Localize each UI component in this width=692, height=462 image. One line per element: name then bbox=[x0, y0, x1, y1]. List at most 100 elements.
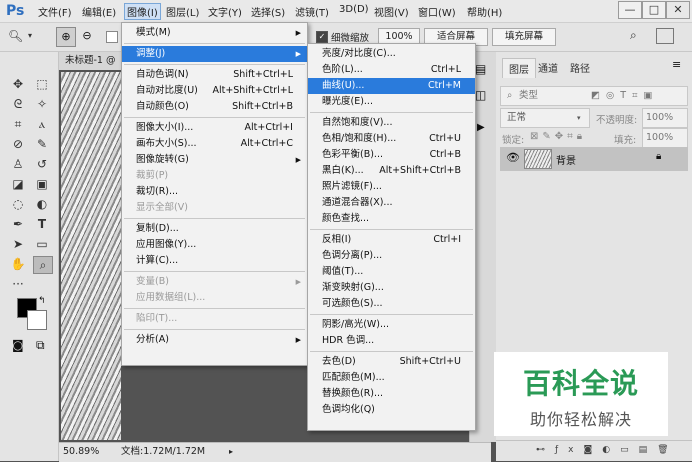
blur-tool-icon[interactable]: ◌ bbox=[9, 196, 27, 212]
healing-brush-icon[interactable]: ⊘ bbox=[9, 136, 27, 152]
menu-1[interactable]: 编辑(E) bbox=[82, 4, 116, 19]
eyedropper-tool-icon[interactable]: ⲁ bbox=[33, 116, 51, 132]
document-tab[interactable]: 未标题-1 @ bbox=[59, 52, 127, 70]
adjust-menu-item[interactable]: 亮度/对比度(C)... bbox=[308, 46, 475, 62]
lasso-tool-icon[interactable]: ᘓ bbox=[9, 96, 27, 112]
adjust-menu-item[interactable]: 色调均化(Q) bbox=[308, 402, 475, 418]
image-menu-item[interactable]: 分析(A) ▶ bbox=[122, 332, 307, 348]
image-menu-item[interactable]: 图像旋转(G) ▶ bbox=[122, 152, 307, 168]
more-tools-icon[interactable]: ··· bbox=[9, 276, 27, 292]
minimize-button[interactable]: — bbox=[618, 1, 642, 19]
gradient-tool-icon[interactable]: ▣ bbox=[33, 176, 51, 192]
menu-4[interactable]: 文字(Y) bbox=[208, 4, 242, 19]
maximize-button[interactable]: □ bbox=[642, 1, 666, 19]
swap-colors-icon[interactable]: ↰ bbox=[38, 296, 46, 306]
adjust-menu-item[interactable]: 通道混合器(X)... bbox=[308, 195, 475, 211]
image-menu-item[interactable]: 调整(J) ▶ bbox=[122, 46, 307, 62]
zoom-out-icon[interactable]: ⊖ bbox=[78, 27, 96, 45]
adjust-menu-item[interactable]: 自然饱和度(V)... bbox=[308, 115, 475, 131]
eraser-tool-icon[interactable]: ◪ bbox=[9, 176, 27, 192]
adjust-menu-item[interactable]: 阴影/高光(W)... bbox=[308, 317, 475, 333]
adjust-menu-item[interactable]: 黑白(K)... Alt+Shift+Ctrl+B bbox=[308, 163, 475, 179]
opacity-field[interactable]: 100% bbox=[642, 108, 688, 128]
adjust-menu-item[interactable]: 匹配颜色(M)... bbox=[308, 370, 475, 386]
menu-7[interactable]: 3D(D) bbox=[339, 4, 369, 15]
adjust-menu-item[interactable]: 去色(D) Shift+Ctrl+U bbox=[308, 354, 475, 370]
tab-layers[interactable]: 图层 bbox=[502, 58, 536, 78]
marquee-tool-icon[interactable]: ⬚ bbox=[33, 76, 51, 92]
adjust-menu-item[interactable]: HDR 色调... bbox=[308, 333, 475, 349]
tab-channels[interactable]: 通道 bbox=[538, 60, 558, 75]
menu-6[interactable]: 滤镜(T) bbox=[295, 4, 329, 19]
type-tool-icon[interactable]: T bbox=[33, 216, 51, 232]
stamp-tool-icon[interactable]: ♙ bbox=[9, 156, 27, 172]
adjust-menu-item[interactable]: 色阶(L)... Ctrl+L bbox=[308, 62, 475, 78]
menu-5[interactable]: 选择(S) bbox=[251, 4, 285, 19]
image-menu-item[interactable]: 图像大小(I)... Alt+Ctrl+I bbox=[122, 120, 307, 136]
menu-8[interactable]: 视图(V) bbox=[374, 4, 409, 19]
layer-row-background[interactable]: 👁︎ 背景 🔒︎ bbox=[500, 147, 688, 171]
chevron-down-icon[interactable]: ▾ bbox=[28, 31, 32, 40]
image-menu-item[interactable]: 自动颜色(O) Shift+Ctrl+B bbox=[122, 99, 307, 115]
menu-2[interactable]: 图像(I) bbox=[124, 3, 161, 20]
fill-field[interactable]: 100% bbox=[642, 128, 688, 148]
image-menu-item[interactable]: 计算(C)... bbox=[122, 253, 307, 269]
adjust-menu-item[interactable]: 渐变映射(G)... bbox=[308, 280, 475, 296]
play-icon[interactable]: ▶ bbox=[477, 122, 485, 133]
adjust-menu-item[interactable]: 曲线(U)... Ctrl+M bbox=[308, 78, 475, 94]
workspace-icon[interactable] bbox=[656, 28, 674, 44]
filter-icons[interactable]: ◩◎T⌗▣ bbox=[591, 87, 658, 105]
image-menu-item[interactable]: 自动色调(N) Shift+Ctrl+L bbox=[122, 67, 307, 83]
image-menu-item[interactable]: 模式(M) ▶ bbox=[122, 25, 307, 41]
history-panel-icon[interactable]: ▤ bbox=[475, 62, 486, 76]
image-menu-item[interactable]: 复制(D)... bbox=[122, 221, 307, 237]
hand-tool-icon[interactable]: ✋ bbox=[9, 256, 27, 272]
adjust-menu-item[interactable]: 曝光度(E)... bbox=[308, 94, 475, 110]
document-canvas[interactable] bbox=[61, 72, 121, 440]
zoom-tool-icon[interactable]: 🔍︎ bbox=[8, 29, 23, 43]
history-brush-icon[interactable]: ↺ bbox=[33, 156, 51, 172]
layer-filter-row[interactable]: ⌕ 类型 ◩◎T⌗▣ bbox=[500, 86, 688, 106]
move-tool-icon[interactable]: ✥ bbox=[9, 76, 27, 92]
fill-screen-button[interactable]: 填充屏幕 bbox=[492, 28, 556, 46]
zoom-tool-icon[interactable]: ⌕ bbox=[33, 256, 53, 274]
lock-icons[interactable]: ⊠✎✥⌗🔒︎ bbox=[530, 131, 586, 142]
layer-action-icons[interactable]: ⊷ƒx◙◐▭▤🗑︎ bbox=[536, 445, 679, 455]
menu-0[interactable]: 文件(F) bbox=[38, 4, 72, 19]
path-select-icon[interactable]: ➤ bbox=[9, 236, 27, 252]
tab-paths[interactable]: 路径 bbox=[570, 60, 590, 75]
menu-9[interactable]: 窗口(W) bbox=[418, 4, 456, 19]
close-window-button[interactable]: ✕ bbox=[666, 1, 690, 19]
adjust-menu-item[interactable]: 色调分离(P)... bbox=[308, 248, 475, 264]
adjust-menu-item[interactable]: 反相(I) Ctrl+I bbox=[308, 232, 475, 248]
resize-windows-checkbox[interactable] bbox=[106, 31, 118, 43]
background-color-swatch[interactable] bbox=[27, 310, 47, 330]
adjust-menu-item[interactable]: 替换颜色(R)... bbox=[308, 386, 475, 402]
image-menu-item[interactable]: 画布大小(S)... Alt+Ctrl+C bbox=[122, 136, 307, 152]
brush-tool-icon[interactable]: ✎ bbox=[33, 136, 51, 152]
menu-10[interactable]: 帮助(H) bbox=[467, 4, 502, 19]
panel-menu-icon[interactable]: ≡ bbox=[672, 58, 681, 71]
screen-mode-icon[interactable]: ⧉ bbox=[36, 338, 45, 353]
quick-mask-icon[interactable]: ◙ bbox=[12, 338, 24, 352]
pen-tool-icon[interactable]: ✒ bbox=[9, 216, 27, 232]
properties-panel-icon[interactable]: ◫ bbox=[475, 88, 486, 102]
adjust-menu-item[interactable]: 照片滤镜(F)... bbox=[308, 179, 475, 195]
magic-wand-tool-icon[interactable]: ✧ bbox=[33, 96, 51, 112]
adjust-menu-item[interactable]: 色彩平衡(B)... Ctrl+B bbox=[308, 147, 475, 163]
image-menu-item[interactable]: 自动对比度(U) Alt+Shift+Ctrl+L bbox=[122, 83, 307, 99]
adjust-menu-item[interactable]: 色相/饱和度(H)... Ctrl+U bbox=[308, 131, 475, 147]
adjust-menu-item[interactable]: 阈值(T)... bbox=[308, 264, 475, 280]
dodge-tool-icon[interactable]: ◐ bbox=[33, 196, 51, 212]
visibility-eye-icon[interactable]: 👁︎ bbox=[506, 151, 520, 164]
menu-3[interactable]: 图层(L) bbox=[166, 4, 199, 19]
zoom-level[interactable]: 50.89% bbox=[63, 443, 99, 461]
status-arrow-icon[interactable]: ▸ bbox=[229, 443, 233, 461]
blend-mode-select[interactable]: 正常 ▾ bbox=[500, 108, 590, 128]
image-menu-item[interactable]: 应用图像(Y)... bbox=[122, 237, 307, 253]
image-menu-item[interactable]: 裁切(R)... bbox=[122, 184, 307, 200]
adjust-menu-item[interactable]: 可选颜色(S)... bbox=[308, 296, 475, 312]
scrubby-zoom-checkbox[interactable]: ✓ bbox=[316, 31, 328, 43]
zoom-in-icon[interactable]: ⊕ bbox=[56, 27, 76, 47]
crop-tool-icon[interactable]: ⌗ bbox=[9, 116, 27, 132]
